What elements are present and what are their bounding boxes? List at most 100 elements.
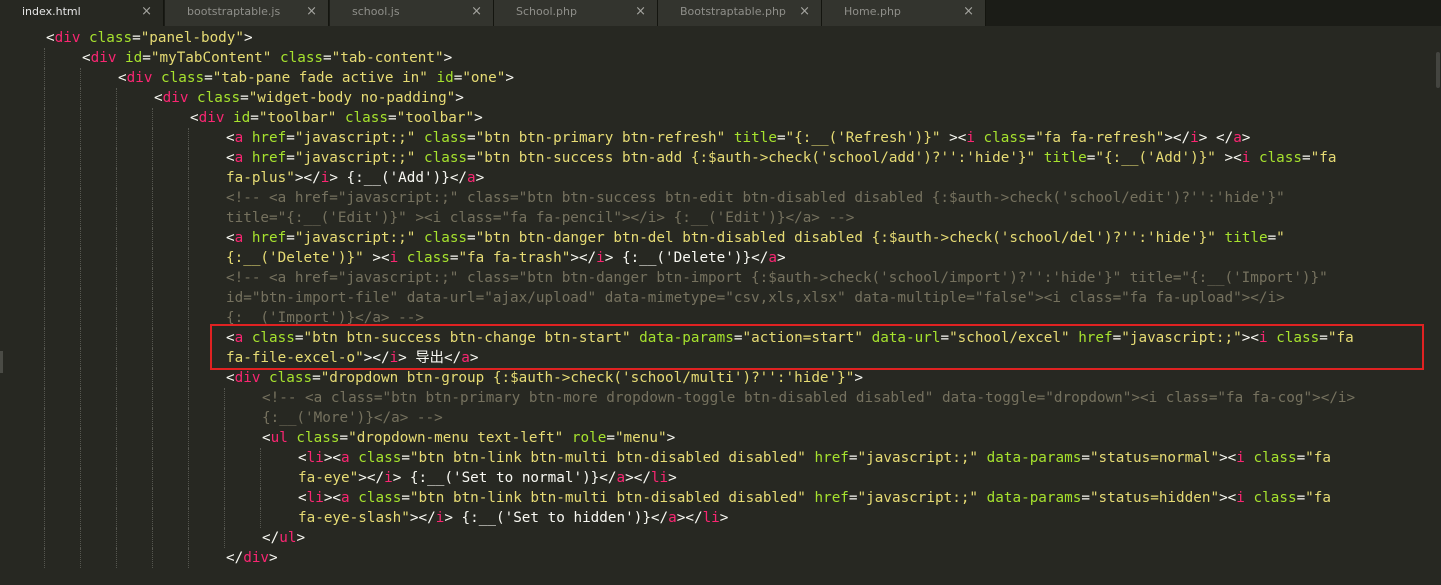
indent-guide — [188, 448, 189, 468]
code-token: = — [848, 490, 858, 506]
indent-guide — [116, 508, 117, 528]
code-token: a — [234, 150, 244, 166]
code-token: div — [198, 110, 225, 126]
code-token: li — [306, 490, 324, 506]
indent-guide — [188, 288, 189, 308]
indent-guide — [80, 308, 81, 328]
indent-guide — [116, 428, 117, 448]
code-token: "btn btn-link btn-multi btn-disabled dis… — [409, 450, 806, 466]
code-token: < — [190, 110, 199, 126]
indent-guide — [224, 488, 225, 508]
indent-guide — [152, 328, 153, 348]
tab-bootstraptable-php[interactable]: Bootstraptable.php × — [658, 0, 822, 26]
code-token: "toolbar" — [258, 110, 337, 126]
indent-guide — [188, 388, 189, 408]
code-editor[interactable]: <div class="panel-body"> <div id="myTabCo… — [14, 28, 1434, 585]
tab-school-php[interactable]: School.php × — [494, 0, 658, 26]
code-token: data-params — [630, 330, 734, 346]
code-token: fa-file-excel-o" — [226, 350, 364, 366]
code-token: = — [1267, 230, 1277, 246]
tab-school-js[interactable]: school.js × — [330, 0, 494, 26]
code-token: "btn btn-success btn-change btn-start" — [303, 330, 631, 346]
indent-guide — [116, 288, 117, 308]
indent-guide — [116, 528, 117, 548]
tab-index-html[interactable]: index.html × — [0, 0, 164, 26]
code-token: = — [401, 490, 410, 506]
indent-guide — [44, 68, 45, 88]
code-token: " — [1276, 230, 1285, 246]
code-token: = — [1026, 130, 1036, 146]
code-token: = — [388, 110, 397, 126]
code-token: class — [80, 30, 133, 46]
code-token: = — [142, 50, 151, 66]
indent-guide — [116, 228, 117, 248]
indent-guide — [260, 468, 261, 488]
code-token: > — [776, 250, 786, 266]
code-token: {:__('Import')}</a> --> — [226, 310, 424, 326]
close-icon[interactable]: × — [141, 0, 152, 24]
indent-guide — [80, 108, 81, 128]
code-token: ></ — [409, 510, 436, 526]
code-line: <a href="javascript:;" class="btn btn-da… — [226, 228, 1434, 248]
code-token: div — [243, 550, 270, 566]
tab-label: Home.php — [844, 5, 901, 18]
vertical-scrollbar[interactable] — [1435, 26, 1441, 585]
indent-guide — [152, 128, 153, 148]
indent-guide — [224, 428, 225, 448]
indent-guide — [116, 148, 117, 168]
code-token: class — [188, 90, 241, 106]
code-token: a — [234, 130, 244, 146]
indent-guide — [80, 188, 81, 208]
indent-guide — [152, 288, 153, 308]
indent-guide — [44, 388, 45, 408]
code-line: {:__('Delete')}" ><i class="fa fa-trash"… — [226, 248, 1434, 268]
indent-guide — [44, 48, 45, 68]
code-token: ul — [279, 530, 297, 546]
indent-guide — [260, 448, 261, 468]
code-line: <div id="toolbar" class="toolbar"> — [190, 108, 1434, 128]
scrollbar-thumb[interactable] — [1436, 52, 1440, 88]
code-token: < — [46, 30, 55, 46]
code-token: "javascript:;" — [294, 130, 416, 146]
indent-guide — [188, 548, 189, 568]
code-token: "btn btn-success btn-add {:$auth->check(… — [475, 150, 1036, 166]
code-token: "javascript:;" — [294, 230, 416, 246]
close-icon[interactable]: × — [799, 0, 810, 24]
tab-bootstraptable-js[interactable]: bootstraptable.js × — [165, 0, 329, 26]
code-token: li — [702, 510, 720, 526]
code-token: > — [443, 50, 453, 66]
close-icon[interactable]: × — [471, 0, 482, 24]
code-line: <a class="btn btn-success btn-change btn… — [226, 328, 1434, 348]
indent-guide — [152, 468, 153, 488]
indent-guide — [44, 508, 45, 528]
code-token: i — [596, 250, 605, 266]
indent-guide — [116, 128, 117, 148]
code-token: id — [224, 110, 251, 126]
close-icon[interactable]: × — [963, 0, 974, 24]
code-token: i — [966, 130, 975, 146]
code-token: > — [469, 350, 479, 366]
code-token: "fa — [1305, 490, 1331, 506]
code-token: title — [1035, 150, 1087, 166]
code-token: fa-eye" — [298, 470, 359, 486]
code-token: class — [349, 450, 402, 466]
tab-home-php[interactable]: Home.php × — [822, 0, 986, 26]
code-token: div — [126, 70, 153, 86]
code-token: < — [226, 230, 235, 246]
code-token: = — [286, 230, 295, 246]
close-icon[interactable]: × — [306, 0, 317, 24]
code-token: > {:__('Add')}</ — [329, 170, 468, 186]
close-icon[interactable]: × — [635, 0, 646, 24]
indent-guide — [152, 508, 153, 528]
code-token: "fa — [1327, 330, 1354, 346]
code-token: "{:__('Add')}" — [1095, 150, 1216, 166]
code-token: href — [805, 490, 849, 506]
indent-guide — [260, 488, 261, 508]
indent-guide — [116, 188, 117, 208]
indent-guide — [80, 248, 81, 268]
code-token: class — [1267, 330, 1320, 346]
code-line: <li><a class="btn btn-link btn-multi btn… — [298, 488, 1434, 508]
code-token: i — [1190, 130, 1199, 146]
code-token: div — [162, 90, 189, 106]
indent-guide — [188, 428, 189, 448]
